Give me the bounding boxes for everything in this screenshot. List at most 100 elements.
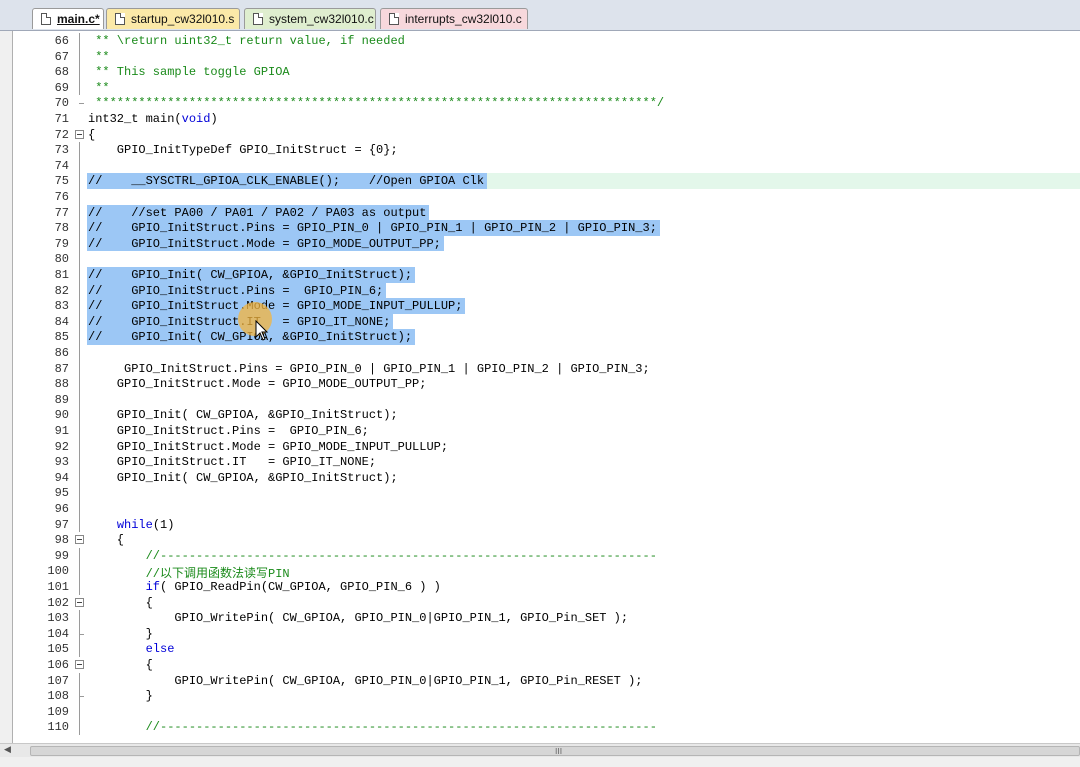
code-line[interactable]: 106 { [13, 657, 1080, 673]
fold-guide [79, 563, 80, 579]
tab-system-c[interactable]: system_cw32l010.c [244, 8, 376, 29]
code-line[interactable]: 81 // GPIO_Init( CW_GPIOA, &GPIO_InitStru… [13, 267, 1080, 283]
code-line[interactable]: 73 GPIO_InitTypeDef GPIO_InitStruct = {0… [13, 142, 1080, 158]
code-line[interactable]: 101 if( GPIO_ReadPin(CW_GPIOA, GPIO_PIN_… [13, 579, 1080, 595]
fold-toggle-icon[interactable] [75, 129, 84, 139]
code-line[interactable]: 98 { [13, 532, 1080, 548]
fold-toggle-icon[interactable] [75, 535, 84, 545]
code-line[interactable]: 86 [13, 345, 1080, 361]
code-line[interactable]: 74 [13, 157, 1080, 174]
file-icon [389, 13, 399, 25]
code-line[interactable]: 68 ** This sample toggle GPIOA [13, 64, 1080, 80]
code-line[interactable]: 105 else [13, 641, 1080, 657]
fold-toggle-icon[interactable] [75, 597, 84, 607]
code-line[interactable]: 84// GPIO_InitStruct.IT = GPIO_IT_NONE; [13, 313, 1080, 330]
fold-guide [79, 376, 80, 392]
code-line[interactable]: 97 while(1) [13, 516, 1080, 533]
fold-guide [79, 157, 80, 174]
code-line[interactable]: 100 //以下调用函数法读写PIN [13, 563, 1080, 581]
code-text: GPIO_InitStruct.Pins = GPIO_PIN_6; [88, 424, 369, 438]
fold-guide [79, 48, 80, 65]
fold-guide [79, 251, 80, 267]
code-text: GPIO_InitStruct.Mode = GPIO_MODE_OUTPUT_… [88, 377, 427, 392]
code-line[interactable]: 69 ** [13, 79, 1080, 96]
line-number: 93 [54, 455, 69, 470]
code-line[interactable]: 76 [13, 189, 1080, 205]
code-line[interactable]: 90 GPIO_Init( CW_GPIOA, &GPIO_InitStruct… [13, 407, 1080, 423]
line-number: 78 [54, 221, 69, 236]
code-line[interactable]: 71 int32_t main(void) [13, 111, 1080, 127]
code-line[interactable]: 67 ** [13, 48, 1080, 65]
horizontal-scrollbar[interactable]: ◀ III [0, 743, 1080, 758]
line-number: 92 [54, 439, 69, 454]
code-line[interactable]: 99 //-----------------------------------… [13, 547, 1080, 564]
code-text: // GPIO_InitStruct.Mode = GPIO_MODE_INPU… [88, 299, 463, 314]
code-line[interactable]: 93 GPIO_InitStruct.IT = GPIO_IT_NONE; [13, 454, 1080, 470]
code-line[interactable]: 88 GPIO_InitStruct.Mode = GPIO_MODE_OUTP… [13, 376, 1080, 392]
line-number: 95 [54, 486, 69, 501]
code-line[interactable]: 110 //----------------------------------… [13, 719, 1080, 735]
code-line[interactable]: 75 // __SYSCTRL_GPIOA_CLK_ENABLE(); //Ope… [13, 173, 1080, 189]
fold-guide [79, 345, 80, 361]
scrollbar-thumb[interactable]: III [30, 746, 1080, 756]
code-line[interactable]: 77 // //set PA00 / PA01 / PA02 / PA03 as … [13, 204, 1080, 221]
fold-guide [79, 142, 80, 158]
code-line[interactable]: 91 GPIO_InitStruct.Pins = GPIO_PIN_6; [13, 423, 1080, 439]
code-line[interactable]: 104 } [13, 625, 1080, 642]
code-line[interactable]: 109 [13, 703, 1080, 720]
line-number: 107 [47, 673, 69, 688]
code-editor[interactable]: 66 ** \return uint32_t return value, if … [12, 31, 1080, 743]
code-line[interactable]: 66 ** \return uint32_t return value, if … [13, 33, 1080, 49]
fold-guide [79, 672, 80, 689]
code-line[interactable]: 92 GPIO_InitStruct.Mode = GPIO_MODE_INPU… [13, 438, 1080, 455]
tab-label: interrupts_cw32l010.c [405, 12, 522, 26]
code-text: { [88, 658, 153, 672]
code-text: GPIO_InitStruct.Mode = GPIO_MODE_INPUT_P… [88, 439, 449, 454]
fold-toggle-icon[interactable] [75, 660, 84, 669]
code-line[interactable]: 108 } [13, 688, 1080, 704]
code-line[interactable]: 102 { [13, 595, 1080, 611]
code-line[interactable]: 80 [13, 251, 1080, 267]
code-text: // __SYSCTRL_GPIOA_CLK_ENABLE(); //Open … [88, 174, 485, 189]
line-number: 90 [54, 408, 69, 423]
tab-main-c[interactable]: main.c* [32, 8, 104, 29]
fold-guide [79, 610, 80, 626]
line-number: 80 [54, 252, 69, 267]
code-line[interactable]: 103 GPIO_WritePin( CW_GPIOA, GPIO_PIN_0|… [13, 610, 1080, 626]
line-number: 71 [54, 112, 69, 126]
line-number: 106 [47, 658, 69, 672]
code-line[interactable]: 72 { [13, 127, 1080, 143]
code-text: ** This sample toggle GPIOA [88, 65, 290, 80]
code-line[interactable]: 82 // GPIO_InitStruct.Pins = GPIO_PIN_6; [13, 282, 1080, 299]
code-text: //--------------------------------------… [88, 548, 657, 563]
line-number: 110 [47, 720, 69, 735]
code-line[interactable]: 85// GPIO_Init( CW_GPIOA, &GPIO_InitStru… [13, 329, 1080, 345]
line-number: 68 [54, 65, 69, 80]
code-line[interactable]: 95 [13, 485, 1080, 501]
code-line[interactable]: 70 *************************************… [13, 95, 1080, 111]
code-line[interactable]: 94 GPIO_Init( CW_GPIOA, &GPIO_InitStruct… [13, 469, 1080, 486]
code-line[interactable]: 89 [13, 391, 1080, 408]
code-line[interactable]: 96 [13, 501, 1080, 517]
code-line[interactable]: 107 GPIO_WritePin( CW_GPIOA, GPIO_PIN_0|… [13, 672, 1080, 689]
scroll-left-icon[interactable]: ◀ [4, 745, 11, 755]
code-text: { [88, 595, 153, 610]
fold-guide [79, 579, 80, 595]
code-line[interactable]: 87 GPIO_InitStruct.Pins = GPIO_PIN_0 | G… [13, 360, 1080, 377]
line-number: 86 [54, 346, 69, 360]
tab-startup-s[interactable]: startup_cw32l010.s [106, 8, 240, 29]
line-number: 102 [47, 595, 69, 610]
fold-guide [79, 391, 80, 408]
code-line[interactable]: 79 // GPIO_InitStruct.Mode = GPIO_MODE_OU… [13, 235, 1080, 252]
line-number: 89 [54, 392, 69, 407]
fold-guide [79, 220, 80, 236]
fold-guide [79, 454, 80, 470]
line-number: 101 [47, 580, 69, 594]
code-line[interactable]: 83 // GPIO_InitStruct.Mode = GPIO_MODE_IN… [13, 298, 1080, 314]
code-line[interactable]: 78 // GPIO_InitStruct.Pins = GPIO_PIN_0 |… [13, 220, 1080, 236]
tab-interrupts-c[interactable]: interrupts_cw32l010.c [380, 8, 528, 29]
code-text: if( GPIO_ReadPin(CW_GPIOA, GPIO_PIN_6 ) … [145, 580, 441, 594]
line-number: 66 [54, 34, 69, 48]
line-number: 74 [54, 158, 69, 173]
fold-guide [79, 267, 80, 283]
